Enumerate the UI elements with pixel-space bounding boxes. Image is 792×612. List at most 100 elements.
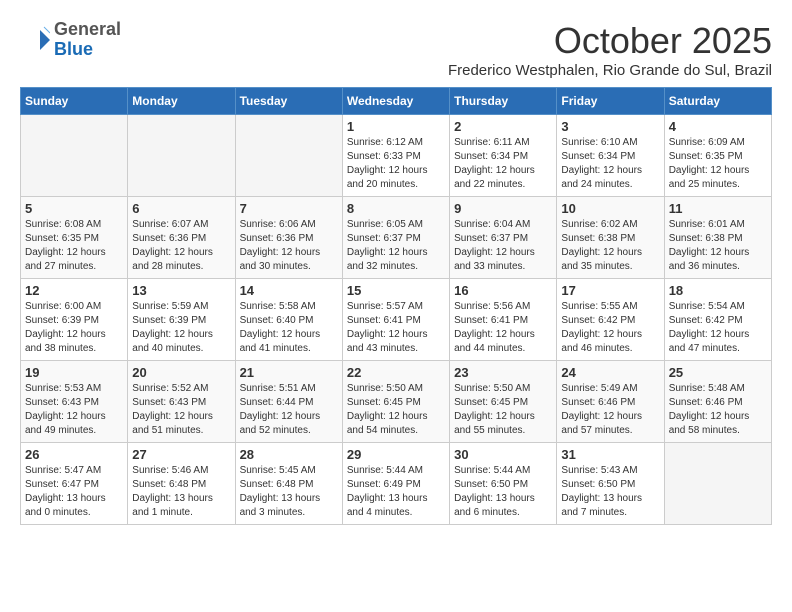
- calendar-cell: 22Sunrise: 5:50 AMSunset: 6:45 PMDayligh…: [342, 361, 449, 443]
- day-number: 20: [132, 365, 230, 380]
- weekday-header: Friday: [557, 88, 664, 115]
- subtitle: Frederico Westphalen, Rio Grande do Sul,…: [448, 62, 772, 79]
- logo-blue: Blue: [54, 39, 93, 59]
- calendar-cell: 25Sunrise: 5:48 AMSunset: 6:46 PMDayligh…: [664, 361, 771, 443]
- day-number: 8: [347, 201, 445, 216]
- calendar-week-row: 1 Sunrise: 6:12 AMSunset: 6:33 PMDaylight…: [21, 115, 772, 197]
- day-info: Sunrise: 6:05 AMSunset: 6:37 PMDaylight:…: [347, 218, 445, 274]
- calendar-cell: [235, 115, 342, 197]
- day-number: 15: [347, 283, 445, 298]
- weekday-header: Wednesday: [342, 88, 449, 115]
- day-number: 5: [25, 201, 123, 216]
- day-number: 14: [240, 283, 338, 298]
- calendar-cell: 30 Sunrise: 5:44 AMSunset: 6:50 PMDayligh…: [450, 443, 557, 525]
- calendar-table: SundayMondayTuesdayWednesdayThursdayFrid…: [20, 87, 772, 525]
- day-number: 10: [561, 201, 659, 216]
- day-info: Sunrise: 6:11 AMSunset: 6:34 PMDaylight:…: [454, 136, 552, 192]
- calendar-cell: 21 Sunrise: 5:51 AMSunset: 6:44 PMDayligh…: [235, 361, 342, 443]
- calendar-cell: 5 Sunrise: 6:08 AMSunset: 6:35 PMDaylight…: [21, 197, 128, 279]
- day-info: Sunrise: 6:08 AMSunset: 6:35 PMDaylight:…: [25, 218, 123, 274]
- day-info: Sunrise: 6:07 AMSunset: 6:36 PMDaylight:…: [132, 218, 230, 274]
- day-info: Sunrise: 5:53 AMSunset: 6:43 PMDaylight:…: [25, 382, 123, 438]
- day-info: Sunrise: 6:06 AMSunset: 6:36 PMDaylight:…: [240, 218, 338, 274]
- day-info: Sunrise: 6:12 AMSunset: 6:33 PMDaylight:…: [347, 136, 445, 192]
- calendar-cell: 4 Sunrise: 6:09 AMSunset: 6:35 PMDaylight…: [664, 115, 771, 197]
- weekday-header: Thursday: [450, 88, 557, 115]
- day-info: Sunrise: 5:55 AMSunset: 6:42 PMDaylight:…: [561, 300, 659, 356]
- calendar-cell: 23 Sunrise: 5:50 AMSunset: 6:45 PMDayligh…: [450, 361, 557, 443]
- header: General Blue October 2025 Frederico West…: [20, 20, 772, 79]
- day-info: Sunrise: 5:57 AMSunset: 6:41 PMDaylight:…: [347, 300, 445, 356]
- day-number: 1: [347, 119, 445, 134]
- day-info: Sunrise: 5:52 AMSunset: 6:43 PMDaylight:…: [132, 382, 230, 438]
- day-number: 27: [132, 447, 230, 462]
- day-number: 11: [669, 201, 767, 216]
- day-number: 13: [132, 283, 230, 298]
- logo-section: General Blue: [20, 20, 121, 60]
- day-info: Sunrise: 5:51 AMSunset: 6:44 PMDaylight:…: [240, 382, 338, 438]
- day-info: Sunrise: 5:50 AMSunset: 6:45 PMDaylight:…: [454, 382, 552, 438]
- calendar-cell: 2 Sunrise: 6:11 AMSunset: 6:34 PMDaylight…: [450, 115, 557, 197]
- calendar-cell: 8 Sunrise: 6:05 AMSunset: 6:37 PMDaylight…: [342, 197, 449, 279]
- day-info: Sunrise: 5:44 AMSunset: 6:49 PMDaylight:…: [347, 464, 445, 520]
- day-info: Sunrise: 6:09 AMSunset: 6:35 PMDaylight:…: [669, 136, 767, 192]
- calendar-week-row: 19 Sunrise: 5:53 AMSunset: 6:43 PMDayligh…: [21, 361, 772, 443]
- calendar-cell: 6Sunrise: 6:07 AMSunset: 6:36 PMDaylight…: [128, 197, 235, 279]
- calendar-cell: 19 Sunrise: 5:53 AMSunset: 6:43 PMDayligh…: [21, 361, 128, 443]
- day-info: Sunrise: 5:56 AMSunset: 6:41 PMDaylight:…: [454, 300, 552, 356]
- calendar-cell: 28Sunrise: 5:45 AMSunset: 6:48 PMDayligh…: [235, 443, 342, 525]
- calendar-cell: 9Sunrise: 6:04 AMSunset: 6:37 PMDaylight…: [450, 197, 557, 279]
- calendar-week-row: 26 Sunrise: 5:47 AMSunset: 6:47 PMDayligh…: [21, 443, 772, 525]
- calendar-cell: 14Sunrise: 5:58 AMSunset: 6:40 PMDayligh…: [235, 279, 342, 361]
- day-number: 16: [454, 283, 552, 298]
- day-number: 23: [454, 365, 552, 380]
- day-info: Sunrise: 5:47 AMSunset: 6:47 PMDaylight:…: [25, 464, 123, 520]
- day-info: Sunrise: 5:54 AMSunset: 6:42 PMDaylight:…: [669, 300, 767, 356]
- page-container: General Blue October 2025 Frederico West…: [20, 20, 772, 525]
- day-number: 4: [669, 119, 767, 134]
- calendar-cell: 3 Sunrise: 6:10 AMSunset: 6:34 PMDaylight…: [557, 115, 664, 197]
- calendar-week-row: 5 Sunrise: 6:08 AMSunset: 6:35 PMDaylight…: [21, 197, 772, 279]
- day-info: Sunrise: 5:46 AMSunset: 6:48 PMDaylight:…: [132, 464, 230, 520]
- day-number: 30: [454, 447, 552, 462]
- day-number: 2: [454, 119, 552, 134]
- day-info: Sunrise: 6:10 AMSunset: 6:34 PMDaylight:…: [561, 136, 659, 192]
- calendar-cell: [128, 115, 235, 197]
- day-number: 21: [240, 365, 338, 380]
- logo-general: General: [54, 19, 121, 39]
- day-info: Sunrise: 5:49 AMSunset: 6:46 PMDaylight:…: [561, 382, 659, 438]
- day-number: 25: [669, 365, 767, 380]
- calendar-cell: 24 Sunrise: 5:49 AMSunset: 6:46 PMDayligh…: [557, 361, 664, 443]
- day-info: Sunrise: 6:02 AMSunset: 6:38 PMDaylight:…: [561, 218, 659, 274]
- day-number: 31: [561, 447, 659, 462]
- day-number: 19: [25, 365, 123, 380]
- day-number: 29: [347, 447, 445, 462]
- calendar-cell: [21, 115, 128, 197]
- weekday-header: Sunday: [21, 88, 128, 115]
- day-number: 9: [454, 201, 552, 216]
- weekday-header: Monday: [128, 88, 235, 115]
- calendar-cell: 10 Sunrise: 6:02 AMSunset: 6:38 PMDayligh…: [557, 197, 664, 279]
- title-section: October 2025 Frederico Westphalen, Rio G…: [448, 20, 772, 79]
- day-info: Sunrise: 5:43 AMSunset: 6:50 PMDaylight:…: [561, 464, 659, 520]
- calendar-cell: 11 Sunrise: 6:01 AMSunset: 6:38 PMDayligh…: [664, 197, 771, 279]
- calendar-cell: 13Sunrise: 5:59 AMSunset: 6:39 PMDayligh…: [128, 279, 235, 361]
- calendar-cell: [664, 443, 771, 525]
- weekday-header: Tuesday: [235, 88, 342, 115]
- day-info: Sunrise: 6:01 AMSunset: 6:38 PMDaylight:…: [669, 218, 767, 274]
- day-info: Sunrise: 6:00 AMSunset: 6:39 PMDaylight:…: [25, 300, 123, 356]
- weekday-header: Saturday: [664, 88, 771, 115]
- logo-text: General Blue: [54, 20, 121, 60]
- day-number: 26: [25, 447, 123, 462]
- day-number: 24: [561, 365, 659, 380]
- calendar-cell: 20 Sunrise: 5:52 AMSunset: 6:43 PMDayligh…: [128, 361, 235, 443]
- day-number: 28: [240, 447, 338, 462]
- calendar-week-row: 12Sunrise: 6:00 AMSunset: 6:39 PMDayligh…: [21, 279, 772, 361]
- day-info: Sunrise: 5:44 AMSunset: 6:50 PMDaylight:…: [454, 464, 552, 520]
- calendar-cell: 16 Sunrise: 5:56 AMSunset: 6:41 PMDayligh…: [450, 279, 557, 361]
- calendar-cell: 7Sunrise: 6:06 AMSunset: 6:36 PMDaylight…: [235, 197, 342, 279]
- calendar-cell: 18Sunrise: 5:54 AMSunset: 6:42 PMDayligh…: [664, 279, 771, 361]
- weekday-header-row: SundayMondayTuesdayWednesdayThursdayFrid…: [21, 88, 772, 115]
- calendar-cell: 12Sunrise: 6:00 AMSunset: 6:39 PMDayligh…: [21, 279, 128, 361]
- day-number: 3: [561, 119, 659, 134]
